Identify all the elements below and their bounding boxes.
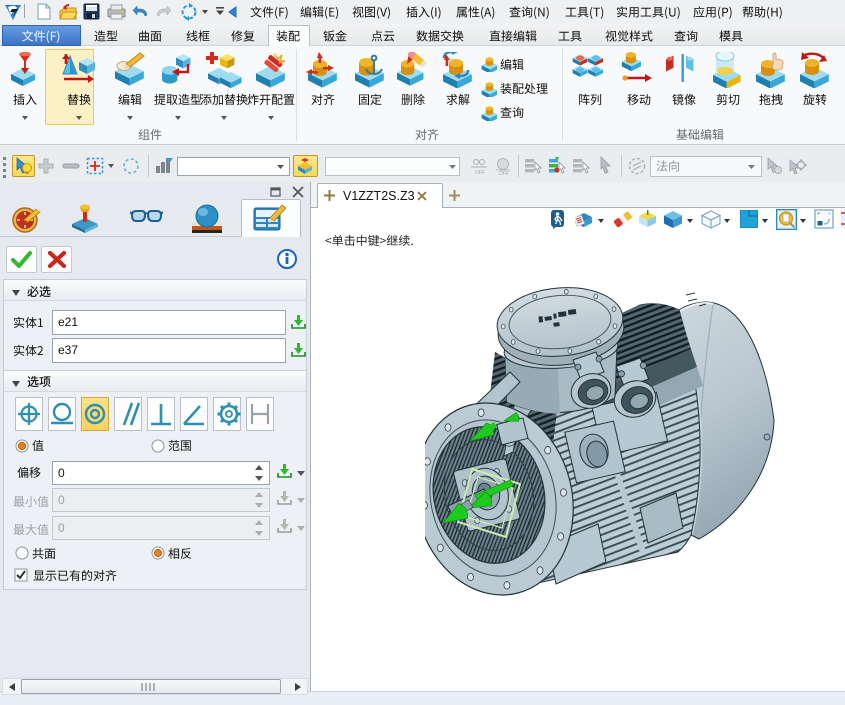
svg-text:OFF: OFF <box>499 171 509 177</box>
svg-text:OFF: OFF <box>475 170 485 176</box>
